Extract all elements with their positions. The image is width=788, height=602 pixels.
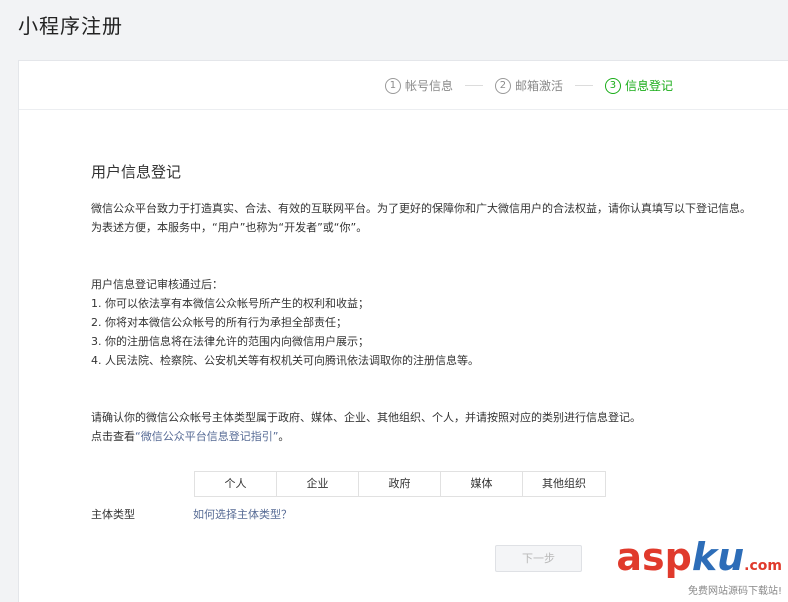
guide-suffix: 。: [278, 430, 290, 443]
guide-text: 点击查看“微信公众平台信息登记指引”。: [91, 427, 781, 446]
watermark-logo: aspku.com: [616, 535, 782, 579]
page-title: 小程序注册: [18, 14, 123, 38]
content-section: 用户信息登记 微信公众平台致力于打造真实、合法、有效的互联网平台。为了更好的保障…: [91, 161, 781, 446]
after-approval-title: 用户信息登记审核通过后：: [91, 278, 223, 291]
guide-link[interactable]: “微信公众平台信息登记指引”: [135, 430, 278, 443]
step-number-3: 3: [604, 77, 621, 94]
step-info-registration: 3 信息登记: [604, 77, 673, 94]
step-number-2: 2: [494, 77, 511, 94]
subject-type-options: 个人 企业 政府 媒体 其他组织: [194, 471, 606, 497]
step-number-1: 1: [384, 77, 401, 94]
step-label: 邮箱激活: [514, 79, 563, 93]
subject-type-label: 主体类型: [91, 508, 135, 521]
subject-type-help-link[interactable]: 如何选择主体类型？: [193, 506, 292, 522]
option-government[interactable]: 政府: [359, 472, 441, 496]
step-label: 信息登记: [624, 79, 673, 93]
list-item: 1. 你可以依法享有本微信公众帐号所产生的权利和收益；: [91, 297, 369, 310]
step-separator: [464, 85, 483, 86]
list-item: 4. 人民法院、检察院、公安机关等有权机关可向腾讯依法调取你的注册信息等。: [91, 354, 479, 367]
section-title: 用户信息登记: [91, 163, 182, 181]
list-item: 3. 你的注册信息将在法律允许的范围内向微信用户展示；: [91, 335, 369, 348]
intro-text: 为表述方便，本服务中，“用户”也称为“开发者”或“你”。: [91, 221, 368, 234]
registration-card: 1 帐号信息 2 邮箱激活 3 信息登记 用户信息登记 微信公众平台致力于打造真…: [18, 60, 788, 602]
step-account-info: 1 帐号信息: [384, 77, 453, 94]
option-media[interactable]: 媒体: [441, 472, 523, 496]
step-separator: [574, 85, 593, 86]
option-individual[interactable]: 个人: [195, 472, 277, 496]
option-other-organization[interactable]: 其他组织: [523, 472, 605, 496]
step-indicator: 1 帐号信息 2 邮箱激活 3 信息登记: [384, 77, 673, 94]
step-label: 帐号信息: [404, 79, 453, 93]
intro-text: 微信公众平台致力于打造真实、合法、有效的互联网平台。为了更好的保障你和广大微信用…: [91, 202, 751, 215]
next-step-button[interactable]: 下一步: [495, 545, 582, 572]
site-watermark: aspku.com 免费网站源码下载站!: [616, 538, 782, 597]
list-item: 2. 你将对本微信公众帐号的所有行为承担全部责任；: [91, 316, 347, 329]
header-divider: [19, 109, 788, 110]
step-email-activation: 2 邮箱激活: [494, 77, 563, 94]
confirm-text: 请确认你的微信公众帐号主体类型属于政府、媒体、企业、其他组织、个人，并请按照对应…: [91, 411, 641, 424]
guide-prefix: 点击查看: [91, 430, 135, 443]
option-enterprise[interactable]: 企业: [277, 472, 359, 496]
